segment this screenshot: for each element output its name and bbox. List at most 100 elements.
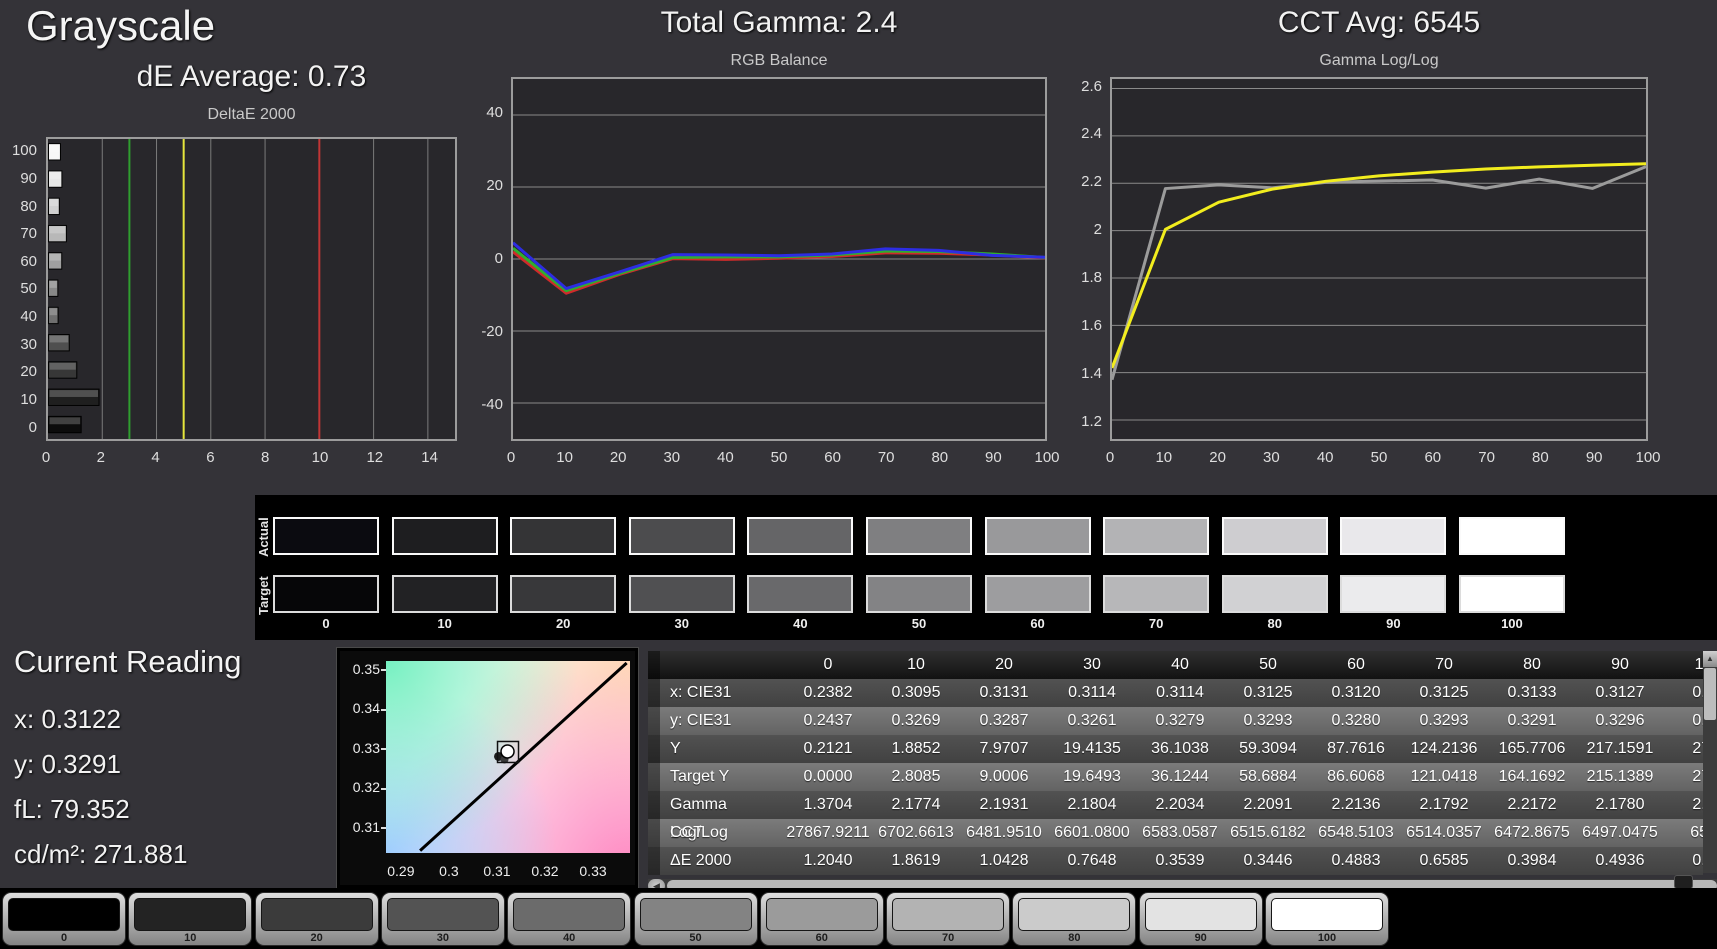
target-swatch (273, 575, 379, 613)
x-tick-label: 0 (506, 449, 516, 466)
gamma-chart (1110, 77, 1648, 441)
pattern-swatch-label: 100 (1317, 932, 1337, 944)
x-tick-label: 70 (1478, 449, 1495, 466)
pattern-swatch-button[interactable]: 70 (886, 892, 1011, 946)
table-cell: 1.8619 (891, 852, 941, 869)
table-cell: 124.2136 (1410, 740, 1478, 757)
cie-chromaticity-panel: 0.35 0.34 0.33 0.32 0.31 0.29 0.3 0.31 0.32 0.33 (337, 648, 638, 888)
table-cell: 9.0006 (979, 768, 1029, 785)
table-cell: 0.3095 (891, 684, 941, 701)
pattern-swatch-button[interactable]: 20 (254, 892, 379, 946)
table-cell: 0.3269 (891, 712, 941, 729)
pattern-swatch-color (1144, 898, 1257, 931)
table-gutter (648, 763, 660, 791)
table-gutter (648, 707, 660, 735)
deltae-y-tick-label: 70 (20, 225, 37, 243)
actual-swatch (1458, 517, 1565, 555)
swatch-level-label: 100 (1501, 616, 1523, 631)
deltae-y-tick-label: 20 (20, 363, 37, 381)
table-cell: 2.1780 (1595, 796, 1645, 813)
pattern-swatch-button[interactable]: 60 (759, 892, 884, 946)
table-row-label: ΔE 2000 (670, 852, 732, 869)
deltae-x-tick-label: 8 (261, 449, 270, 466)
swatch-level-label: 50 (911, 616, 927, 631)
cie-x-tick-label: 0.32 (531, 863, 559, 879)
reading-x-value: x: 0.3122 (14, 704, 121, 734)
table-cell: 2.2136 (1331, 796, 1381, 813)
pattern-swatch-button[interactable]: 40 (507, 892, 632, 946)
pattern-swatch-button[interactable]: 90 (1138, 892, 1263, 946)
table-row: Y 0.2121 1.8852 7.9707 19.4135 36.1038 59.3094… (648, 735, 1703, 763)
vertical-scroll-thumb[interactable] (1704, 668, 1716, 720)
table-cell: 0.2382 (803, 684, 853, 701)
pattern-swatch-button[interactable]: 100 (1265, 892, 1389, 946)
deltae-y-tick-label: 60 (20, 252, 37, 270)
pattern-swatch-color (892, 898, 1005, 931)
table-column-header: 90 (1611, 656, 1629, 673)
table-row: y: CIE31 0.2437 0.3269 0.3287 0.3261 0.3279 0.… (648, 707, 1703, 735)
table-column-header: 50 (1259, 656, 1277, 673)
x-tick-label: 80 (1532, 449, 1549, 466)
target-swatch (510, 575, 617, 613)
pattern-swatch-button[interactable]: 80 (1012, 892, 1137, 946)
pattern-swatch-label: 0 (60, 932, 68, 944)
table-cell: 7.9707 (979, 740, 1029, 757)
pattern-swatch-button[interactable]: 10 (128, 892, 253, 946)
table-cell: 271. (1692, 740, 1703, 757)
pattern-swatch-label: 20 (310, 932, 323, 944)
cie-y-axis: 0.35 0.34 0.33 0.32 0.31 (340, 651, 386, 891)
table-header-row: 0 10 20 30 40 50 60 70 80 90 100 (648, 651, 1703, 679)
table-cell: 19.4135 (1063, 740, 1121, 757)
x-tick-label: 100 (1635, 449, 1661, 466)
deltae-x-axis: 0 2 4 6 8 10 12 14 (42, 449, 457, 467)
table-cell: 0.3296 (1595, 712, 1645, 729)
table-vertical-scrollbar[interactable]: ▲ (1703, 651, 1717, 873)
y-tick-label: 20 (486, 177, 503, 195)
page-title: Grayscale (26, 2, 216, 49)
pattern-swatch-button[interactable]: 50 (633, 892, 758, 946)
pattern-swatch-label: 50 (689, 932, 702, 944)
target-swatch (1103, 575, 1210, 613)
deltae-y-tick-label: 10 (20, 391, 37, 409)
deltae-x-tick-label: 4 (151, 449, 160, 466)
table-cell: 6601.0800 (1054, 824, 1130, 841)
pattern-swatch-button[interactable]: 0 (2, 892, 126, 946)
swatch-level-label: 70 (1148, 616, 1164, 631)
pattern-swatch-color (386, 898, 499, 931)
scroll-up-icon[interactable]: ▲ (1703, 651, 1717, 667)
x-tick-label: 20 (1209, 449, 1226, 466)
swatch-level-label: 10 (437, 616, 452, 631)
table-gutter (648, 651, 660, 679)
actual-row-label: Actual (256, 517, 271, 557)
y-tick-label: 1.2 (1081, 412, 1102, 430)
swatch-level-label: 30 (674, 616, 690, 631)
table-row: CCT 27867.9211 6702.6613 6481.9510 6601.0800… (648, 819, 1703, 847)
swatch-level-label: 90 (1386, 616, 1401, 631)
actual-swatch (628, 517, 735, 555)
table-cell: 0.3291 (1507, 712, 1557, 729)
swatch-strip-labels: 0 10 20 30 40 50 60 70 80 90 100 (273, 616, 1578, 631)
pattern-swatch-button[interactable]: 30 (380, 892, 505, 946)
x-tick-label: 30 (663, 449, 681, 466)
table-column-header: 70 (1435, 656, 1453, 673)
cie-y-tick-label: 0.31 (353, 819, 386, 835)
table-header-label (660, 651, 784, 679)
table-cell: 2.27 (1692, 796, 1703, 813)
table-cell: 0.32 (1692, 712, 1703, 729)
x-tick-label: 50 (770, 449, 788, 466)
deltae-x-tick-label: 2 (96, 449, 105, 466)
target-swatch (391, 575, 498, 613)
table-cell: 58.6884 (1239, 768, 1297, 785)
cie-x-axis: 0.29 0.3 0.31 0.32 0.33 (340, 863, 641, 881)
table-cell: 0.3131 (979, 684, 1029, 701)
y-tick-label: -40 (481, 395, 503, 413)
table-cell: 0.3125 (1243, 684, 1293, 701)
table-row: ΔE 2000 1.2040 1.8619 1.0428 0.7648 0.3539 0.3… (648, 847, 1703, 875)
pattern-swatch-color (260, 898, 373, 931)
measurement-table: 0 10 20 30 40 50 60 70 80 90 100 x: CIE31 0.2382 0.30… (648, 651, 1703, 878)
y-tick-label: -20 (481, 322, 503, 340)
table-row-label: y: CIE31 (670, 712, 732, 729)
deltae-y-tick-label: 40 (20, 308, 37, 326)
y-tick-label: 1.6 (1081, 317, 1102, 335)
x-tick-label: 0 (1105, 449, 1115, 466)
